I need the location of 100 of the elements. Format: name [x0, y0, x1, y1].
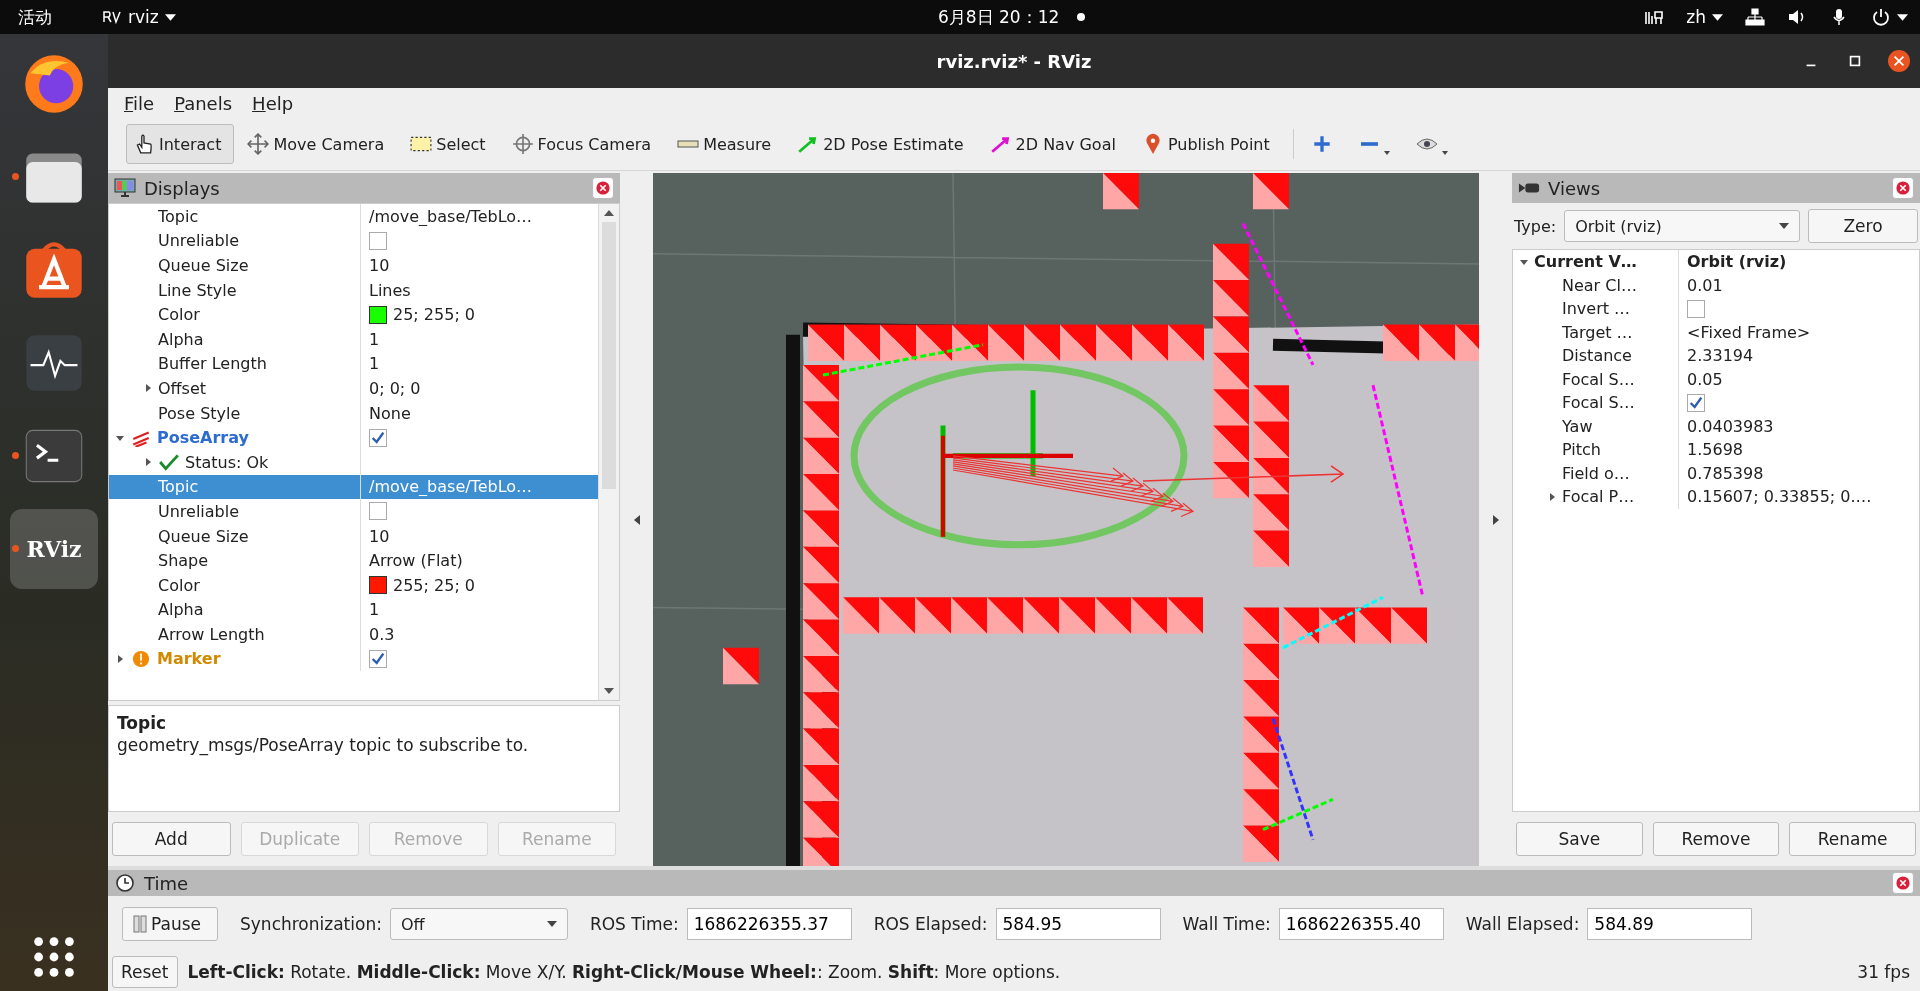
checkbox[interactable]: [369, 231, 387, 250]
tree-row[interactable]: Near Cl… 0.01: [1513, 273, 1919, 297]
input-field[interactable]: 584.89: [1587, 908, 1753, 940]
property-value: 0.3: [369, 624, 395, 644]
app-grid-icon[interactable]: [32, 935, 76, 979]
tree-row[interactable]: Unreliable: [109, 499, 598, 524]
caret-icon[interactable]: [115, 654, 125, 664]
property-name: Queue Size: [158, 526, 249, 546]
property-name: Topic: [158, 477, 199, 497]
clock[interactable]: 6月8日 20：12: [938, 5, 1060, 29]
dock-item[interactable]: RViz: [10, 509, 98, 589]
property-value: 0; 0; 0: [369, 378, 421, 398]
panel-button[interactable]: Rename: [1789, 822, 1916, 856]
panel-button[interactable]: Add: [112, 822, 231, 856]
collapse-left-icon[interactable]: [633, 514, 640, 525]
tree-row[interactable]: PoseArray: [109, 425, 598, 450]
scroll-down-icon[interactable]: [604, 688, 614, 694]
activities-button[interactable]: 活动: [18, 5, 52, 29]
zero-button[interactable]: Zero: [1808, 209, 1918, 243]
tree-row[interactable]: Pose Style None: [109, 400, 598, 426]
reset-button[interactable]: Reset: [112, 955, 178, 988]
checkbox[interactable]: [369, 428, 387, 447]
tool-button[interactable]: Measure: [670, 124, 785, 164]
property-name: Unreliable: [158, 231, 240, 251]
property-name: Offset: [158, 378, 207, 398]
property-name: Queue Size: [158, 256, 249, 275]
power-menu[interactable]: [1871, 8, 1908, 26]
clock-icon: [114, 873, 136, 893]
panel-button[interactable]: Save: [1516, 822, 1643, 856]
scrollbar[interactable]: [598, 204, 619, 700]
close-icon[interactable]: [1888, 50, 1910, 72]
field-label: Wall Elapsed:: [1465, 914, 1580, 934]
minus-icon: [1360, 142, 1378, 146]
tree-row[interactable]: Color 25; 255; 0: [109, 302, 598, 327]
app-menu[interactable]: rviz: [102, 7, 176, 27]
checkbox[interactable]: [369, 502, 387, 521]
tree-row[interactable]: Invert …: [1513, 297, 1919, 321]
pause-icon: [133, 915, 147, 933]
tree-row[interactable]: Status: Ok: [109, 449, 598, 475]
color-swatch[interactable]: [369, 576, 387, 595]
tree-row[interactable]: Focal S…: [1513, 391, 1919, 415]
tree-row[interactable]: Offset 0; 0; 0: [109, 376, 598, 401]
property-name: Topic: [158, 206, 199, 226]
tree-row[interactable]: Current V… Orbit (rviz): [1513, 250, 1919, 274]
tool-button[interactable]: Publish Point: [1134, 124, 1283, 164]
tree-row[interactable]: Target … <Fixed Frame>: [1513, 320, 1919, 344]
color-swatch[interactable]: [369, 305, 387, 324]
map-view-drawing[interactable]: [653, 173, 1479, 866]
tree-row[interactable]: Shape Arrow (Flat): [109, 548, 598, 573]
tree-row[interactable]: Topic /move_base/TebLo…: [109, 204, 598, 229]
checkbox[interactable]: [1687, 299, 1705, 318]
tree-row[interactable]: Color 255; 25; 0: [109, 572, 598, 598]
pause-button[interactable]: Pause: [122, 907, 218, 941]
tree-row[interactable]: Queue Size 10: [109, 523, 598, 549]
collapse-right-icon[interactable]: [1492, 514, 1499, 525]
notification-dot-icon: [1077, 13, 1086, 21]
tree-row[interactable]: Distance 2.33194: [1513, 344, 1919, 368]
tree-row[interactable]: Unreliable: [109, 228, 598, 254]
network-icon[interactable]: [1745, 8, 1765, 26]
sync-dropdown[interactable]: Off: [389, 908, 568, 940]
input-method-icon[interactable]: [1644, 8, 1665, 26]
caret-icon[interactable]: [143, 383, 153, 394]
panel-button[interactable]: Remove: [1652, 822, 1780, 856]
input-field[interactable]: 584.95: [995, 908, 1161, 940]
tree-row[interactable]: Queue Size 10: [109, 253, 598, 278]
view-type-dropdown[interactable]: Orbit (rviz): [1564, 210, 1800, 242]
browser-icon: [22, 52, 86, 116]
language-menu[interactable]: zh: [1686, 7, 1723, 27]
property-name: Shape: [158, 551, 209, 571]
tree-row[interactable]: Line Style Lines: [109, 277, 598, 303]
tool-button[interactable]: Interact: [126, 124, 235, 164]
menu-item[interactable]: File: [124, 92, 155, 114]
tool-button[interactable]: 2D Pose Estimate: [790, 124, 977, 164]
property-name: Buffer Length: [158, 354, 267, 374]
menu-item[interactable]: Panels: [174, 92, 233, 114]
tree-row[interactable]: Arrow Length 0.3: [109, 622, 598, 647]
tree-row[interactable]: Focal P… 0.15607; 0.33855; 0.…: [1513, 485, 1919, 509]
status-text: Status: Ok: [185, 452, 269, 472]
tree-row[interactable]: Alpha 1: [109, 597, 598, 623]
tree-row[interactable]: Focal S… 0.05: [1513, 367, 1919, 391]
tool-button[interactable]: Focus Camera: [504, 124, 665, 164]
caret-icon[interactable]: [143, 457, 153, 468]
property-value: 10: [369, 526, 390, 546]
tree-row[interactable]: Alpha 1: [109, 326, 598, 352]
menu-item[interactable]: Help: [252, 92, 294, 114]
caret-icon[interactable]: [1547, 491, 1557, 502]
tree-row[interactable]: Field o… 0.785398: [1513, 461, 1919, 485]
tool-button[interactable]: Select: [403, 124, 499, 164]
tool-button[interactable]: Move Camera: [240, 124, 398, 164]
scroll-up-icon[interactable]: [604, 210, 614, 216]
checkbox[interactable]: [1687, 393, 1705, 412]
input-field[interactable]: 1686226355.40: [1278, 908, 1444, 940]
property-value: 1.5698: [1687, 440, 1743, 460]
tree-row[interactable]: Buffer Length 1: [109, 351, 598, 377]
input-field[interactable]: 1686226355.37: [686, 908, 852, 940]
tree-row[interactable]: Pitch 1.5698: [1513, 438, 1919, 462]
tree-row[interactable]: Yaw 0.0403983: [1513, 414, 1919, 438]
window-title: rviz.rviz* - RViz: [936, 50, 1092, 72]
checkbox[interactable]: [369, 650, 387, 668]
tool-button[interactable]: 2D Nav Goal: [982, 124, 1129, 164]
